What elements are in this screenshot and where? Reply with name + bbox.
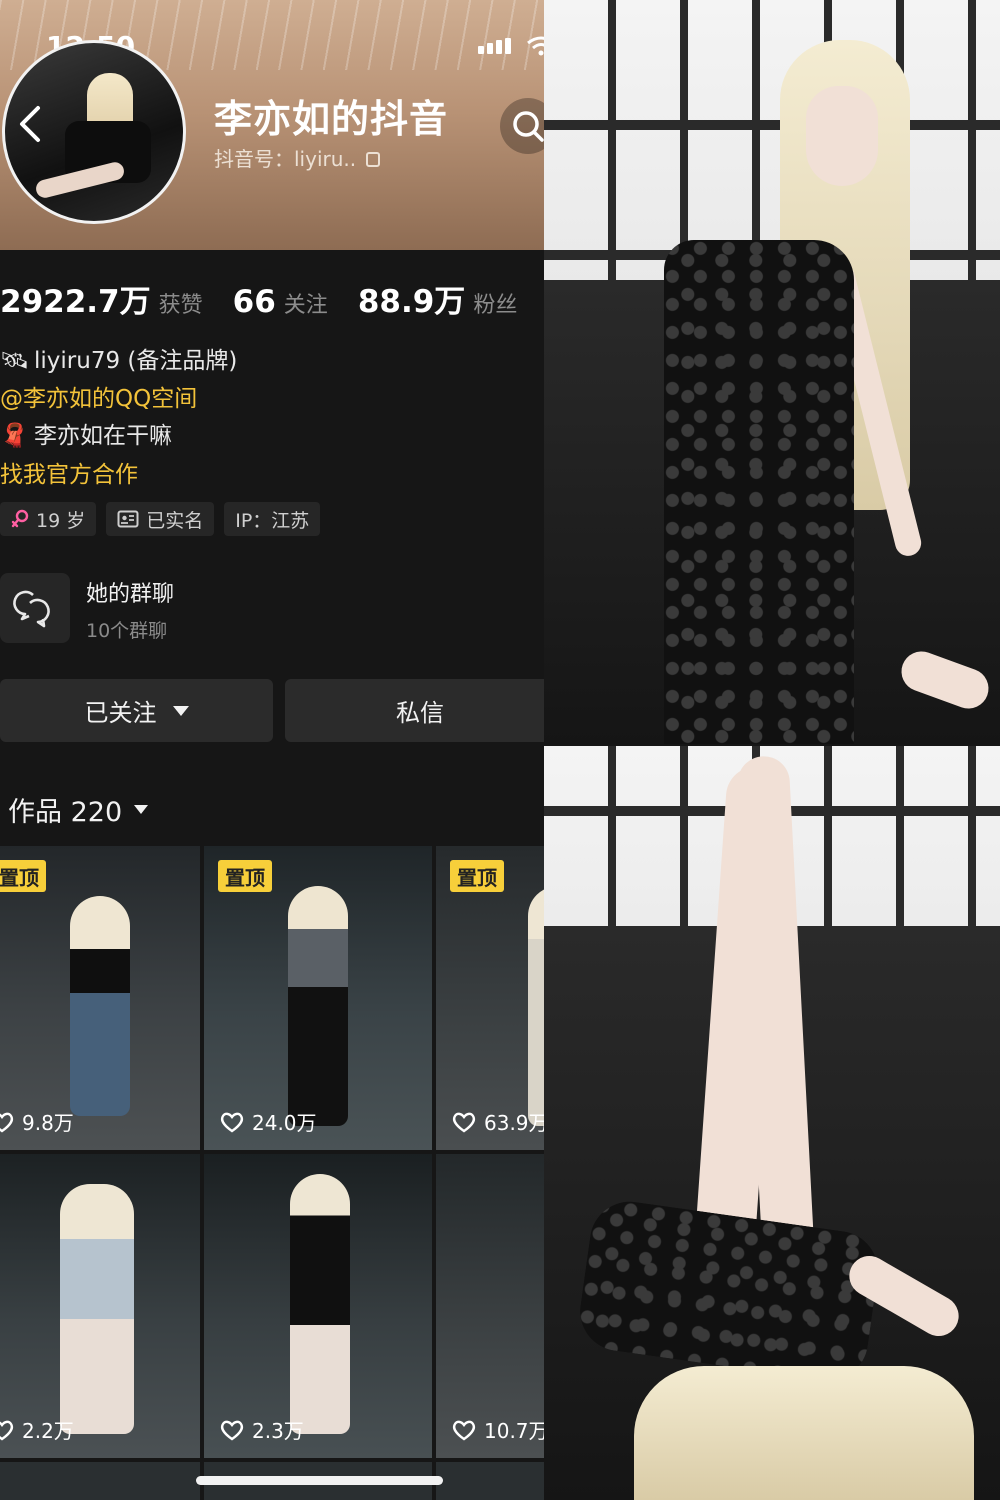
chat-bubbles-icon (13, 590, 50, 628)
profile-tags: 19 岁 已实名 IP：江苏 (0, 502, 321, 536)
bio-line-2[interactable]: @李亦如的QQ空间 (0, 384, 197, 414)
douyin-id: 抖音号：liyiru.. (214, 143, 381, 172)
video-likes: 63.9万 (452, 1107, 544, 1136)
copy-icon[interactable] (366, 152, 381, 167)
tag-verified-text: 已实名 (146, 509, 204, 532)
face (806, 86, 878, 186)
bio-text-1: liyiru79 (备注品牌) (34, 348, 238, 374)
video-thumbnail[interactable]: 2.3万 (204, 1154, 432, 1458)
stat-likes-value: 2922.7万 (0, 284, 151, 320)
screen-rail (544, 120, 1000, 130)
tag-ip: IP：江苏 (224, 502, 321, 536)
back-arrow-icon[interactable] (14, 104, 48, 144)
video-thumbnail[interactable] (436, 1462, 544, 1500)
video-likes-count: 63.9万 (484, 1111, 544, 1135)
video-likes-count: 2.2万 (22, 1419, 74, 1443)
video-thumbnail[interactable]: 置顶 9.8万 (0, 846, 200, 1150)
scarf-emoji: 🧣 (0, 423, 29, 449)
video-likes-count: 10.7万 (484, 1419, 544, 1443)
video-figure (528, 886, 544, 1126)
wifi-icon (527, 36, 544, 56)
bio-text-3: 李亦如在干嘛 (34, 423, 172, 449)
stat-likes-label: 获赞 (158, 293, 203, 318)
video-figure (70, 896, 130, 1116)
video-likes: 2.2万 (0, 1415, 74, 1444)
stat-followers-label: 粉丝 (473, 293, 518, 318)
caret-down-icon (172, 705, 189, 716)
signal-icon (478, 38, 511, 54)
video-likes-count: 2.3万 (252, 1419, 304, 1443)
message-button[interactable]: 私信 (285, 679, 544, 742)
video-figure (60, 1184, 134, 1434)
video-thumbnail[interactable]: 置顶 24.0万 (204, 846, 432, 1150)
following-button-label: 已关注 (84, 699, 157, 727)
black-lace-dress (664, 240, 854, 744)
douyin-profile-screen: 12:50 李亦如的抖音 抖音号：liyiru.. 2922.7万 获赞 66 … (0, 0, 544, 1500)
following-button[interactable]: 已关注 (0, 679, 273, 742)
video-figure (288, 886, 348, 1126)
satellite-emoji: 🛰 (0, 348, 30, 374)
pinned-badge: 置顶 (450, 860, 504, 892)
profile-stats: 2922.7万 获赞 66 关注 88.9万 粉丝 (0, 276, 544, 321)
tab-works-label: 作品 220 (8, 797, 123, 828)
pinned-badge: 置顶 (0, 860, 46, 892)
video-figure (290, 1174, 350, 1434)
female-icon (11, 509, 29, 528)
heart-icon (452, 1420, 476, 1440)
bio-line-4[interactable]: 找我官方合作 (0, 460, 138, 490)
video-thumbnail[interactable]: 10.7万 (436, 1154, 544, 1458)
group-chat-count: 10个群聊 (86, 620, 168, 642)
heart-icon (452, 1112, 476, 1132)
caret-down-icon (134, 805, 149, 814)
stat-followers-value: 88.9万 (357, 284, 466, 320)
pinned-badge: 置顶 (218, 860, 272, 892)
hair (634, 1366, 974, 1500)
stat-likes[interactable]: 2922.7万 获赞 (0, 276, 203, 321)
video-thumbnail[interactable] (0, 1462, 200, 1500)
search-icon (513, 111, 544, 142)
video-likes-count: 9.8万 (22, 1111, 74, 1135)
heart-icon (220, 1112, 244, 1132)
profile-name: 李亦如的抖音 (214, 97, 449, 141)
tag-age: 19 岁 (0, 502, 97, 536)
heart-icon (0, 1420, 14, 1440)
id-card-icon (117, 510, 139, 528)
video-likes-count: 24.0万 (252, 1111, 317, 1135)
tag-ip-text: IP：江苏 (235, 509, 310, 532)
photo-lying-legs-up (544, 746, 1000, 1500)
search-button[interactable] (500, 98, 544, 154)
bio-line-1: 🛰 liyiru79 (备注品牌) (0, 346, 237, 376)
tag-age-text: 19 岁 (36, 509, 86, 532)
heart-icon (0, 1112, 14, 1132)
douyin-id-text: 抖音号：liyiru.. (214, 147, 357, 171)
video-likes: 24.0万 (220, 1107, 317, 1136)
stat-following-label: 关注 (283, 293, 328, 318)
photo-sitting-black-dress (544, 0, 1000, 744)
bio-line-3: 🧣 李亦如在干嘛 (0, 421, 172, 451)
stat-followers[interactable]: 88.9万 粉丝 (358, 276, 518, 321)
video-thumbnail[interactable]: 2.2万 (0, 1154, 200, 1458)
video-likes: 2.3万 (220, 1415, 304, 1444)
stat-following-value: 66 (232, 284, 276, 320)
home-indicator[interactable] (196, 1476, 443, 1485)
heart-icon (220, 1420, 244, 1440)
video-thumbnail[interactable]: 置顶 63.9万 (436, 846, 544, 1150)
tab-works[interactable]: 作品 220 (8, 790, 149, 829)
tag-verified: 已实名 (106, 502, 215, 536)
group-chat-title[interactable]: 她的群聊 (86, 576, 174, 608)
message-button-label: 私信 (396, 699, 444, 727)
video-likes: 10.7万 (452, 1415, 544, 1444)
group-chat-button[interactable] (0, 573, 70, 643)
stat-following[interactable]: 66 关注 (233, 284, 328, 320)
video-likes: 9.8万 (0, 1107, 74, 1136)
